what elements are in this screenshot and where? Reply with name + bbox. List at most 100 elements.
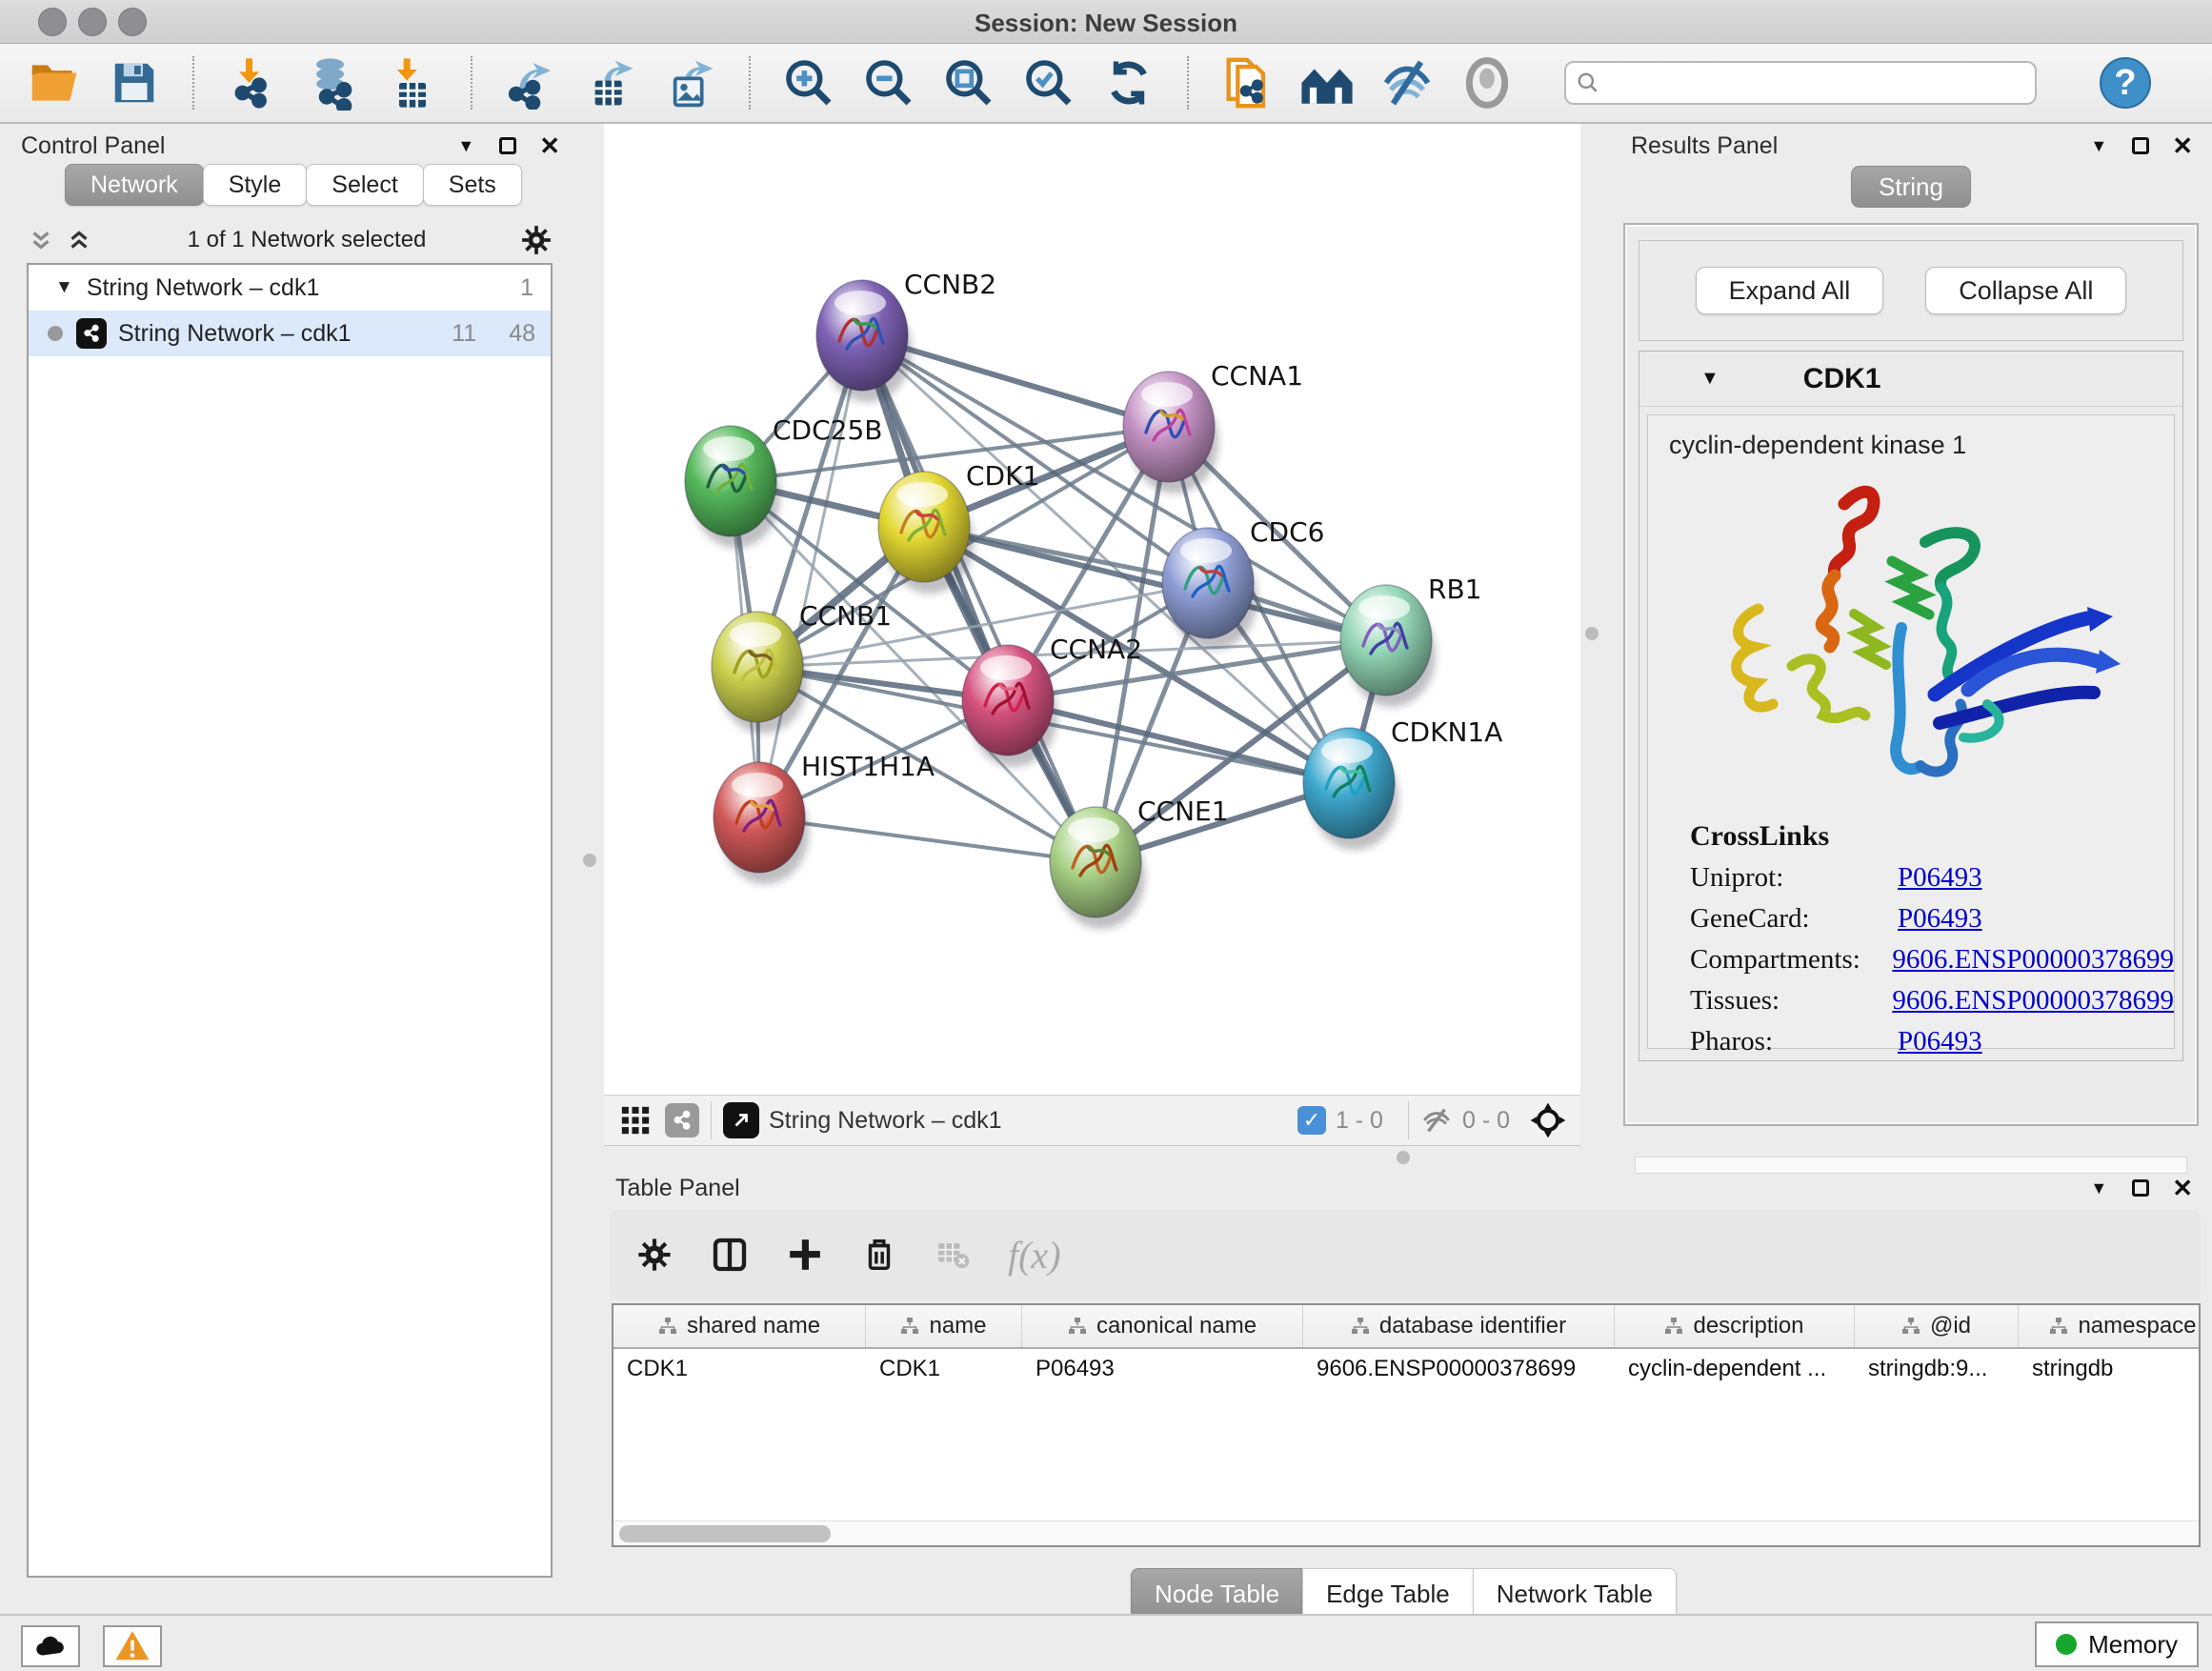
splitter-handle[interactable]: [1585, 627, 1599, 640]
gear-icon[interactable]: [520, 224, 553, 256]
tab-string[interactable]: String: [1851, 166, 1971, 208]
table-column-header[interactable]: database identifier: [1303, 1305, 1615, 1347]
tab-sets[interactable]: Sets: [423, 164, 522, 206]
expand-all-button[interactable]: Expand All: [1696, 267, 1884, 314]
tab-node-table[interactable]: Node Table: [1131, 1568, 1303, 1620]
search-input[interactable]: [1608, 70, 2025, 96]
birdseye-navigator-icon[interactable]: [1529, 1101, 1567, 1139]
table-row[interactable]: CDK1CDK1P064939606.ENSP00000378699cyclin…: [613, 1349, 2199, 1389]
memory-button[interactable]: Memory: [2035, 1621, 2199, 1667]
table-cell[interactable]: cyclin-dependent ...: [1615, 1356, 1855, 1382]
export-table-icon[interactable]: [583, 55, 638, 111]
warnings-button[interactable]: [103, 1625, 162, 1667]
network-node-CCNE1[interactable]: [1050, 807, 1145, 929]
network-node-CCNA2[interactable]: [962, 645, 1057, 767]
table-column-header[interactable]: namespace: [2019, 1305, 2201, 1347]
crosslink-link[interactable]: P06493: [1898, 862, 1982, 894]
open-in-window-icon[interactable]: [723, 1102, 759, 1138]
scrollbar-thumb[interactable]: [619, 1525, 831, 1542]
table-column-header[interactable]: shared name: [613, 1305, 866, 1347]
tab-edge-table[interactable]: Edge Table: [1302, 1568, 1474, 1620]
string-hide-eye-icon[interactable]: [1379, 55, 1435, 111]
splitter-handle[interactable]: [1397, 1151, 1410, 1164]
tab-network[interactable]: Network: [65, 164, 204, 206]
network-row[interactable]: String Network – cdk1 11 48: [29, 311, 551, 356]
network-collection-row[interactable]: ▼ String Network – cdk1 1: [29, 265, 551, 311]
show-columns-icon[interactable]: [711, 1236, 749, 1274]
collapse-all-button[interactable]: Collapse All: [1925, 267, 2126, 314]
crosslink-link[interactable]: 9606.ENSP00000378699: [1892, 944, 2174, 976]
zoom-in-icon[interactable]: [781, 55, 836, 111]
import-table-file-icon[interactable]: [385, 55, 440, 111]
network-node-CCNA1[interactable]: [1123, 372, 1218, 493]
table-column-header[interactable]: @id: [1855, 1305, 2019, 1347]
panel-menu-icon[interactable]: ▼: [2090, 136, 2107, 156]
panel-menu-icon[interactable]: ▼: [457, 136, 474, 156]
network-node-CCNB2[interactable]: [816, 280, 912, 402]
table-settings-gear-icon[interactable]: [636, 1237, 673, 1273]
panel-close-icon[interactable]: ✕: [2172, 1174, 2193, 1203]
gene-section-header[interactable]: ▼ CDK1: [1639, 352, 2182, 407]
tab-network-table[interactable]: Network Table: [1473, 1568, 1677, 1620]
string-import-icon[interactable]: [1219, 55, 1275, 111]
export-network-icon[interactable]: [503, 55, 558, 111]
network-node-CDKN1A[interactable]: [1303, 728, 1398, 850]
table-column-header[interactable]: description: [1615, 1305, 1855, 1347]
string-lens-icon[interactable]: [1459, 55, 1515, 111]
open-session-icon[interactable]: [27, 55, 82, 111]
panel-close-icon[interactable]: ✕: [539, 131, 560, 161]
table-cell[interactable]: P06493: [1022, 1356, 1303, 1382]
network-node-CCNB1[interactable]: [712, 612, 807, 734]
export-image-icon[interactable]: [663, 55, 718, 111]
crosslink-row: Tissues:9606.ENSP00000378699: [1690, 985, 2174, 1017]
tab-select[interactable]: Select: [306, 164, 423, 206]
help-button[interactable]: ?: [2100, 57, 2151, 109]
string-home-icon[interactable]: [1299, 55, 1355, 111]
crosslink-link[interactable]: 9606.ENSP00000378699: [1892, 985, 2174, 1017]
table-cell[interactable]: CDK1: [866, 1356, 1022, 1382]
selected-checkbox-icon[interactable]: ✓: [1297, 1106, 1326, 1135]
zoom-selected-icon[interactable]: [1021, 55, 1076, 111]
share-view-icon[interactable]: [665, 1103, 699, 1137]
network-node-CDC6[interactable]: [1162, 528, 1257, 650]
table-cell[interactable]: 9606.ENSP00000378699: [1303, 1356, 1615, 1382]
cloud-button[interactable]: [21, 1625, 80, 1667]
network-node-RB1[interactable]: [1340, 585, 1436, 707]
delete-column-trash-icon[interactable]: [861, 1237, 897, 1273]
table-cell[interactable]: stringdb:9...: [1855, 1356, 2019, 1382]
crosslink-link[interactable]: P06493: [1898, 903, 1982, 935]
table-column-header[interactable]: name: [866, 1305, 1022, 1347]
panel-float-icon[interactable]: [2132, 1179, 2149, 1197]
collapse-all-icon[interactable]: [27, 226, 55, 254]
add-column-icon[interactable]: [787, 1237, 823, 1273]
table-cell[interactable]: CDK1: [613, 1356, 866, 1382]
panel-float-icon[interactable]: [2132, 137, 2149, 154]
import-network-database-icon[interactable]: [305, 55, 360, 111]
grid-view-icon[interactable]: [619, 1104, 652, 1137]
zoom-out-icon[interactable]: [861, 55, 916, 111]
panel-close-icon[interactable]: ✕: [2172, 131, 2193, 161]
refresh-icon[interactable]: [1101, 55, 1156, 111]
network-graph[interactable]: CCNB2CCNA1CDC25BCDK1CDC6RB1CCNB1CCNA2CDK…: [604, 124, 1580, 1095]
crosslink-link[interactable]: P06493: [1898, 1026, 1982, 1057]
zoom-fit-icon[interactable]: [941, 55, 996, 111]
gene-disclosure-icon[interactable]: ▼: [1700, 368, 1719, 390]
tab-style[interactable]: Style: [203, 164, 308, 206]
network-node-HIST1H1A[interactable]: [714, 762, 809, 884]
hidden-eye-icon[interactable]: [1420, 1104, 1453, 1137]
table-h-scrollbar[interactable]: [613, 1520, 2199, 1545]
splitter-handle[interactable]: [583, 854, 596, 867]
panel-float-icon[interactable]: [499, 137, 516, 154]
network-edge: [759, 817, 1096, 862]
table-column-header[interactable]: canonical name: [1022, 1305, 1303, 1347]
save-session-icon[interactable]: [107, 55, 162, 111]
network-node-CDK1[interactable]: [878, 472, 974, 594]
import-network-file-icon[interactable]: [225, 55, 280, 111]
crosslink-label: GeneCard:: [1690, 903, 1898, 935]
table-cell[interactable]: stringdb: [2019, 1356, 2201, 1382]
panel-menu-icon[interactable]: ▼: [2090, 1178, 2107, 1198]
expand-all-icon[interactable]: [65, 226, 93, 254]
network-canvas[interactable]: CCNB2CCNA1CDC25BCDK1CDC6RB1CCNB1CCNA2CDK…: [604, 124, 1580, 1095]
node-label-CDK1: CDK1: [966, 460, 1039, 492]
collection-disclosure-icon[interactable]: ▼: [55, 277, 73, 298]
